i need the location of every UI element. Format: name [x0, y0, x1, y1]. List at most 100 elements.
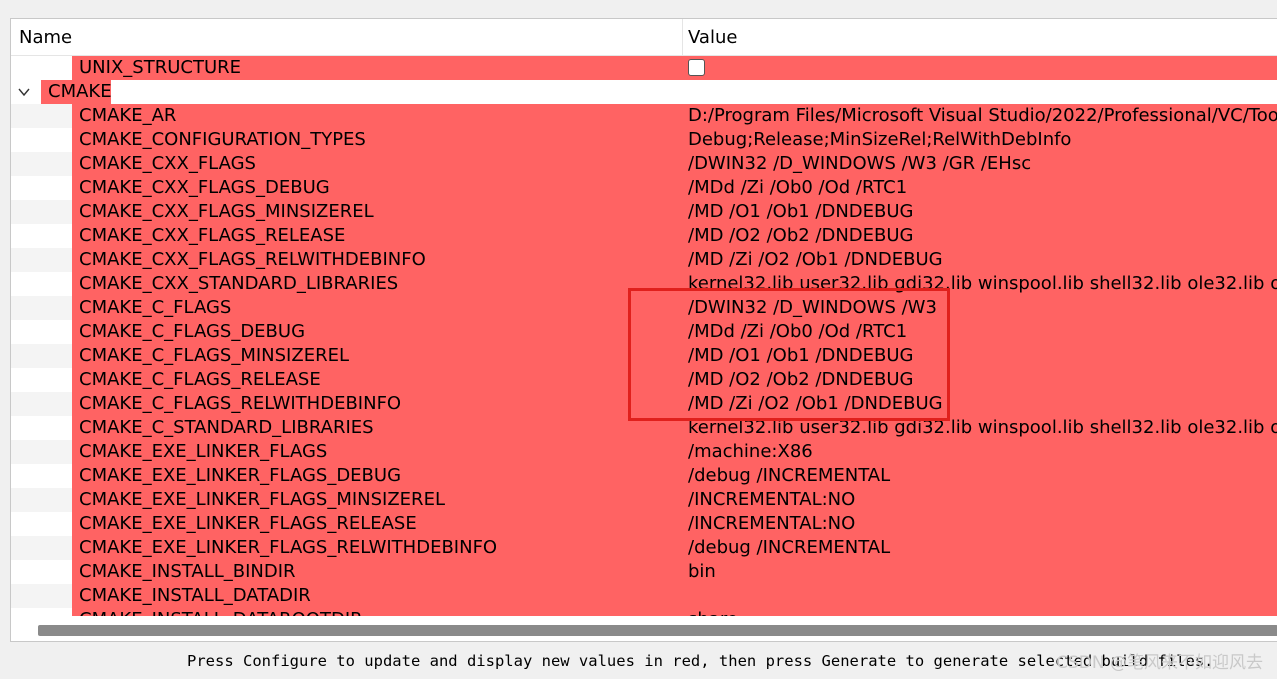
name-column-header[interactable]: Name	[11, 19, 683, 55]
variable-name: CMAKE_EXE_LINKER_FLAGS_RELEASE	[72, 512, 683, 536]
table-row[interactable]: CMAKE_EXE_LINKER_FLAGS_RELWITHDEBINFO/de…	[11, 536, 1277, 560]
variable-value	[683, 56, 1277, 80]
table-row[interactable]: CMAKE_INSTALL_DATAROOTDIRshare	[11, 608, 1277, 616]
row-gutter	[11, 104, 72, 128]
row-gutter	[11, 344, 72, 368]
row-gutter	[11, 560, 72, 584]
variable-value[interactable]: /INCREMENTAL:NO	[683, 512, 1277, 536]
variable-value[interactable]: kernel32.lib user32.lib gdi32.lib winspo…	[683, 272, 1277, 296]
variable-value[interactable]: /MD /O1 /Ob1 /DNDEBUG	[683, 200, 1277, 224]
row-gutter	[11, 488, 72, 512]
group-name: CMAKE	[41, 80, 112, 104]
row-gutter	[11, 296, 72, 320]
variable-value[interactable]: /MDd /Zi /Ob0 /Od /RTC1	[683, 320, 1277, 344]
table-row[interactable]: CMAKE_C_FLAGS_RELEASE/MD /O2 /Ob2 /DNDEB…	[11, 368, 1277, 392]
variable-value[interactable]: /INCREMENTAL:NO	[683, 488, 1277, 512]
table-row-unix-structure[interactable]: UNIX_STRUCTURE	[11, 56, 1277, 80]
unix-structure-checkbox[interactable]	[688, 59, 705, 76]
table-body: UNIX_STRUCTURE CMAKE CMAKE_AR D:/Program …	[11, 56, 1277, 616]
variable-value[interactable]: /machine:X86	[683, 440, 1277, 464]
table-row[interactable]: CMAKE_CXX_FLAGS_DEBUG/MDd /Zi /Ob0 /Od /…	[11, 176, 1277, 200]
chevron-down-icon[interactable]	[18, 86, 30, 98]
table-row[interactable]: CMAKE_AR D:/Program Files/Microsoft Visua…	[11, 104, 1277, 128]
row-gutter	[11, 320, 72, 344]
variable-value[interactable]: /MD /Zi /O2 /Ob1 /DNDEBUG	[683, 392, 1277, 416]
row-gutter	[11, 56, 72, 80]
variable-value[interactable]: /DWIN32 /D_WINDOWS /W3	[683, 296, 1277, 320]
table-row[interactable]: CMAKE_C_FLAGS_MINSIZEREL/MD /O1 /Ob1 /DN…	[11, 344, 1277, 368]
value-column-header[interactable]: Value	[683, 19, 1277, 55]
variable-name: CMAKE_C_FLAGS	[72, 296, 683, 320]
row-gutter	[11, 584, 72, 608]
variable-value[interactable]: share	[683, 608, 1277, 616]
variable-value[interactable]: /MD /O2 /Ob2 /DNDEBUG	[683, 224, 1277, 248]
variable-value[interactable]: /MD /O1 /Ob1 /DNDEBUG	[683, 344, 1277, 368]
variable-name: CMAKE_C_FLAGS_RELEASE	[72, 368, 683, 392]
variable-value[interactable]: /debug /INCREMENTAL	[683, 536, 1277, 560]
horizontal-scrollbar-thumb[interactable]	[38, 625, 1277, 636]
table-row[interactable]: CMAKE_INSTALL_DATADIR	[11, 584, 1277, 608]
variable-value[interactable]: Debug;Release;MinSizeRel;RelWithDebInfo	[683, 128, 1277, 152]
group-row-cmake[interactable]: CMAKE	[11, 80, 1277, 104]
variable-value[interactable]: /debug /INCREMENTAL	[683, 464, 1277, 488]
row-gutter	[11, 512, 72, 536]
variable-name: UNIX_STRUCTURE	[72, 56, 683, 80]
variable-name: CMAKE_EXE_LINKER_FLAGS_RELWITHDEBINFO	[72, 536, 683, 560]
table-header: Name Value	[11, 19, 1277, 56]
table-row[interactable]: CMAKE_C_FLAGS/DWIN32 /D_WINDOWS /W3	[11, 296, 1277, 320]
variable-value[interactable]: bin	[683, 560, 1277, 584]
table-row[interactable]: CMAKE_INSTALL_BINDIR bin	[11, 560, 1277, 584]
variable-value[interactable]	[683, 584, 1277, 608]
row-gutter	[11, 440, 72, 464]
variable-name: CMAKE_CXX_FLAGS	[72, 152, 683, 176]
row-gutter	[11, 464, 72, 488]
horizontal-scrollbar[interactable]	[11, 621, 1277, 641]
variable-name: CMAKE_CXX_FLAGS_MINSIZEREL	[72, 200, 683, 224]
variable-name: CMAKE_CXX_FLAGS_RELWITHDEBINFO	[72, 248, 683, 272]
table-row[interactable]: CMAKE_C_STANDARD_LIBRARIES kernel32.lib u…	[11, 416, 1277, 440]
variable-name: CMAKE_INSTALL_DATADIR	[72, 584, 683, 608]
variable-name: CMAKE_C_FLAGS_MINSIZEREL	[72, 344, 683, 368]
table-row[interactable]: CMAKE_EXE_LINKER_FLAGS_DEBUG/debug /INCR…	[11, 464, 1277, 488]
table-row[interactable]: CMAKE_CXX_FLAGS_RELWITHDEBINFO/MD /Zi /O…	[11, 248, 1277, 272]
variable-name: CMAKE_INSTALL_DATAROOTDIR	[72, 608, 683, 616]
variable-value[interactable]: /MDd /Zi /Ob0 /Od /RTC1	[683, 176, 1277, 200]
row-gutter	[11, 272, 72, 296]
table-row[interactable]: CMAKE_EXE_LINKER_FLAGS/machine:X86	[11, 440, 1277, 464]
variable-name: CMAKE_CXX_STANDARD_LIBRARIES	[72, 272, 683, 296]
table-row[interactable]: CMAKE_CXX_FLAGS/DWIN32 /D_WINDOWS /W3 /G…	[11, 152, 1277, 176]
variable-name: CMAKE_CXX_FLAGS_RELEASE	[72, 224, 683, 248]
row-gutter	[11, 368, 72, 392]
table-row[interactable]: CMAKE_EXE_LINKER_FLAGS_RELEASE/INCREMENT…	[11, 512, 1277, 536]
row-gutter	[11, 536, 72, 560]
row-gutter	[11, 176, 72, 200]
table-row[interactable]: CMAKE_CXX_FLAGS_MINSIZEREL/MD /O1 /Ob1 /…	[11, 200, 1277, 224]
row-gutter	[11, 200, 72, 224]
row-gutter	[11, 128, 72, 152]
variable-value[interactable]: /MD /O2 /Ob2 /DNDEBUG	[683, 368, 1277, 392]
table-row[interactable]: CMAKE_C_FLAGS_RELWITHDEBINFO/MD /Zi /O2 …	[11, 392, 1277, 416]
table-row[interactable]: CMAKE_CONFIGURATION_TYPES Debug;Release;M…	[11, 128, 1277, 152]
variable-name: CMAKE_C_FLAGS_RELWITHDEBINFO	[72, 392, 683, 416]
row-gutter	[11, 416, 72, 440]
table-row[interactable]: CMAKE_C_FLAGS_DEBUG/MDd /Zi /Ob0 /Od /RT…	[11, 320, 1277, 344]
row-gutter	[11, 152, 72, 176]
row-gutter	[11, 224, 72, 248]
row-gutter	[11, 248, 72, 272]
variable-value[interactable]: /MD /Zi /O2 /Ob1 /DNDEBUG	[683, 248, 1277, 272]
variable-name: CMAKE_C_FLAGS_DEBUG	[72, 320, 683, 344]
variable-name: CMAKE_EXE_LINKER_FLAGS	[72, 440, 683, 464]
variable-name: CMAKE_CXX_FLAGS_DEBUG	[72, 176, 683, 200]
variable-name: CMAKE_EXE_LINKER_FLAGS_MINSIZEREL	[72, 488, 683, 512]
table-row[interactable]: CMAKE_EXE_LINKER_FLAGS_MINSIZEREL/INCREM…	[11, 488, 1277, 512]
cache-variables-table: Name Value UNIX_STRUCTURE CMAKE CMAKE_AR…	[10, 18, 1277, 642]
variable-name: CMAKE_CONFIGURATION_TYPES	[72, 128, 683, 152]
variable-value[interactable]: kernel32.lib user32.lib gdi32.lib winspo…	[683, 416, 1277, 440]
variable-name: CMAKE_AR	[72, 104, 683, 128]
variable-name: CMAKE_INSTALL_BINDIR	[72, 560, 683, 584]
table-row[interactable]: CMAKE_CXX_STANDARD_LIBRARIES kernel32.lib…	[11, 272, 1277, 296]
row-gutter	[11, 608, 72, 616]
variable-value[interactable]: D:/Program Files/Microsoft Visual Studio…	[683, 104, 1277, 128]
variable-value[interactable]: /DWIN32 /D_WINDOWS /W3 /GR /EHsc	[683, 152, 1277, 176]
table-row[interactable]: CMAKE_CXX_FLAGS_RELEASE/MD /O2 /Ob2 /DND…	[11, 224, 1277, 248]
